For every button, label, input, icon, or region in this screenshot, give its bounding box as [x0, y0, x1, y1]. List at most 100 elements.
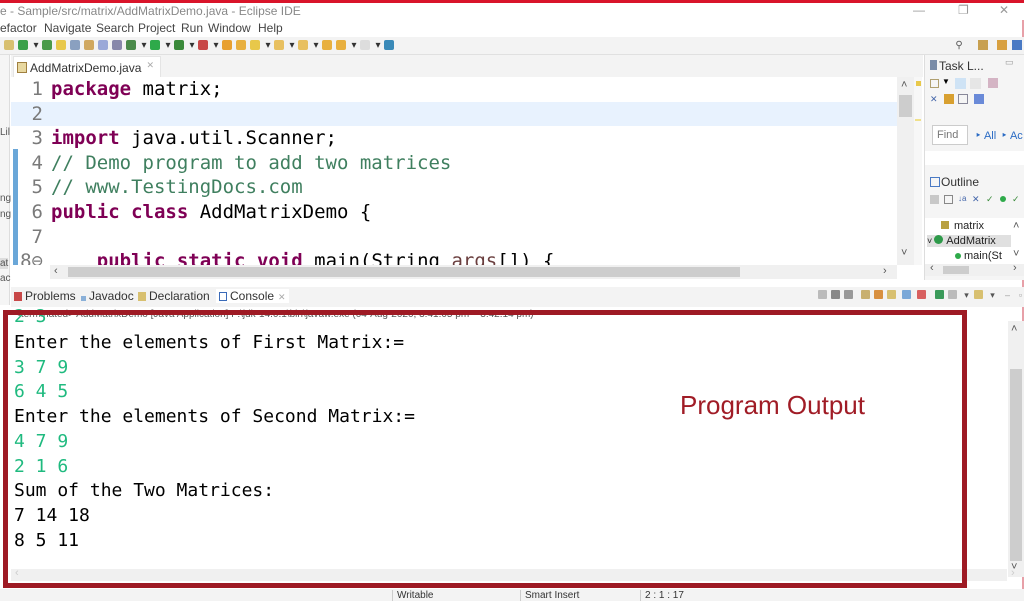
expand-icon[interactable]: ˅	[927, 236, 932, 246]
menu-help[interactable]: Help	[258, 21, 283, 35]
dropdown-arrow-icon[interactable]: ▾	[374, 40, 382, 52]
scrollbar-thumb[interactable]	[68, 267, 740, 277]
outline-horizontal-scrollbar[interactable]: ‹ ›	[925, 262, 1024, 276]
menu-project[interactable]: Project	[138, 21, 175, 35]
menu-run[interactable]: Run	[181, 21, 203, 35]
outline-title[interactable]: Outline	[941, 175, 979, 189]
hide-fields-icon[interactable]	[930, 195, 939, 204]
outline-item-class[interactable]: ˅ AddMatrix	[927, 235, 1011, 247]
git-icon[interactable]	[997, 40, 1007, 50]
scroll-right-icon[interactable]: ›	[1011, 567, 1015, 579]
new-icon[interactable]	[4, 40, 14, 50]
code-line[interactable]: 7	[11, 225, 897, 249]
outline-item-package[interactable]: matrix	[941, 220, 984, 232]
new-package-icon[interactable]	[222, 40, 232, 50]
dropdown-arrow-icon[interactable]: ▾	[312, 40, 320, 52]
collapse-all-icon[interactable]	[958, 94, 968, 104]
tab-declaration[interactable]: Declaration	[138, 289, 210, 303]
hide-nonpublic-icon[interactable]: ✓	[986, 194, 994, 205]
dropdown-arrow-icon[interactable]: ▾	[288, 40, 296, 52]
maximize-icon[interactable]: ▫	[1015, 290, 1024, 301]
dropdown-arrow-icon[interactable]: ▾	[188, 40, 196, 52]
scroll-right-icon[interactable]: ›	[883, 265, 887, 277]
filter-icon[interactable]	[944, 94, 954, 104]
minimize-icon[interactable]: ‒	[1002, 290, 1013, 301]
collapse-icon[interactable]: ✕	[930, 94, 938, 105]
show-stderr-icon[interactable]	[917, 290, 926, 299]
sort-icon[interactable]: ↓a	[958, 194, 966, 203]
open-perspective-icon[interactable]	[384, 40, 394, 50]
scrollbar-thumb[interactable]	[899, 95, 912, 117]
scroll-up-icon[interactable]: ˄	[1013, 220, 1019, 232]
code-editor[interactable]: 1 package matrix; 2 3 import java.util.Scann…	[11, 77, 897, 265]
remove-launch-icon[interactable]	[831, 290, 840, 299]
new-task-icon[interactable]	[930, 79, 939, 88]
tab-console[interactable]: Console ✕	[216, 289, 289, 303]
editor-vertical-scrollbar[interactable]: ˄ ˅	[897, 77, 914, 265]
word-wrap-icon[interactable]	[887, 290, 896, 299]
editor-tab-addmatrixdemo[interactable]: AddMatrixDemo.java ✕	[13, 56, 161, 77]
debug-icon[interactable]	[126, 40, 136, 50]
focus-icon[interactable]	[970, 78, 981, 89]
status-insert-mode[interactable]: Smart Insert	[520, 590, 640, 601]
code-line[interactable]: 8⊖ public static void main(String args[]…	[11, 249, 897, 265]
dropdown-arrow-icon[interactable]: ▾	[961, 290, 972, 301]
pin-icon[interactable]	[42, 40, 52, 50]
open-perspective-icon[interactable]	[978, 40, 988, 50]
activate-link[interactable]: ‣ Ac	[1001, 129, 1023, 142]
menu-refactor[interactable]: efactor	[0, 21, 37, 35]
remove-all-icon[interactable]	[844, 290, 853, 299]
tab-javadoc[interactable]: Javadoc	[81, 289, 134, 303]
toggle-icon[interactable]	[70, 40, 80, 50]
console-horizontal-scrollbar[interactable]: ‹ ›	[11, 567, 1015, 581]
close-tab-icon[interactable]: ✕	[278, 292, 286, 302]
dropdown-arrow-icon[interactable]: ▾	[264, 40, 272, 52]
new-console-icon[interactable]	[974, 290, 983, 299]
minimize-button[interactable]: —	[913, 3, 925, 17]
dropdown-arrow-icon[interactable]: ▾	[350, 40, 358, 52]
hide-local-types-icon[interactable]	[1000, 196, 1006, 202]
tab-problems[interactable]: Problems	[14, 289, 76, 303]
back-icon[interactable]	[322, 40, 332, 50]
annotation-marker[interactable]	[916, 81, 921, 86]
collapse-all-icon[interactable]	[944, 195, 953, 204]
run-icon[interactable]	[150, 40, 160, 50]
outline-item-method[interactable]: main(St	[955, 250, 1002, 262]
close-button[interactable]: ✕	[999, 3, 1009, 17]
filter-all-link[interactable]: ‣ All	[975, 129, 996, 142]
highlight-icon[interactable]	[56, 40, 66, 50]
code-line[interactable]: 5 // www.TestingDocs.com	[11, 175, 897, 199]
minimize-view-icon[interactable]: ▭	[1005, 57, 1014, 68]
refresh-icon[interactable]	[18, 40, 28, 50]
settings-icon[interactable]	[974, 94, 984, 104]
scrollbar-thumb[interactable]	[943, 266, 969, 274]
task-icon[interactable]	[98, 40, 108, 50]
show-stdout-icon[interactable]	[902, 290, 911, 299]
prev-annotation-icon[interactable]	[298, 40, 308, 50]
dropdown-arrow-icon[interactable]: ▾	[987, 290, 998, 301]
external-tools-icon[interactable]	[198, 40, 208, 50]
close-tab-icon[interactable]: ✕	[146, 60, 154, 71]
code-line[interactable]: 1 package matrix;	[11, 77, 897, 101]
scroll-down-icon[interactable]: ˅	[1013, 248, 1019, 260]
scroll-left-icon[interactable]: ‹	[15, 567, 19, 579]
clear-console-icon[interactable]	[861, 290, 870, 299]
next-annotation-icon[interactable]	[274, 40, 284, 50]
scroll-left-icon[interactable]: ‹	[54, 265, 58, 277]
menu-search[interactable]: Search	[96, 21, 134, 35]
dropdown-arrow-icon[interactable]: ▾	[32, 40, 40, 52]
display-console-icon[interactable]	[948, 290, 957, 299]
terminate-icon[interactable]	[818, 290, 827, 299]
console-vertical-scrollbar[interactable]: ˄ ˅	[1008, 321, 1024, 577]
open-type-icon[interactable]	[84, 40, 94, 50]
search-icon[interactable]: ⚲	[953, 40, 965, 52]
dropdown-icon[interactable]: ▼	[942, 77, 950, 86]
scroll-left-icon[interactable]: ‹	[930, 262, 934, 274]
code-line[interactable]: 3 import java.util.Scanner;	[11, 126, 897, 150]
pin-console-icon[interactable]	[935, 290, 944, 299]
open-folder-icon[interactable]	[236, 40, 246, 50]
dropdown-arrow-icon[interactable]: ▾	[212, 40, 220, 52]
coverage-icon[interactable]	[174, 40, 184, 50]
scroll-up-icon[interactable]: ˄	[1011, 323, 1017, 335]
scrollbar-thumb[interactable]	[1010, 369, 1022, 561]
